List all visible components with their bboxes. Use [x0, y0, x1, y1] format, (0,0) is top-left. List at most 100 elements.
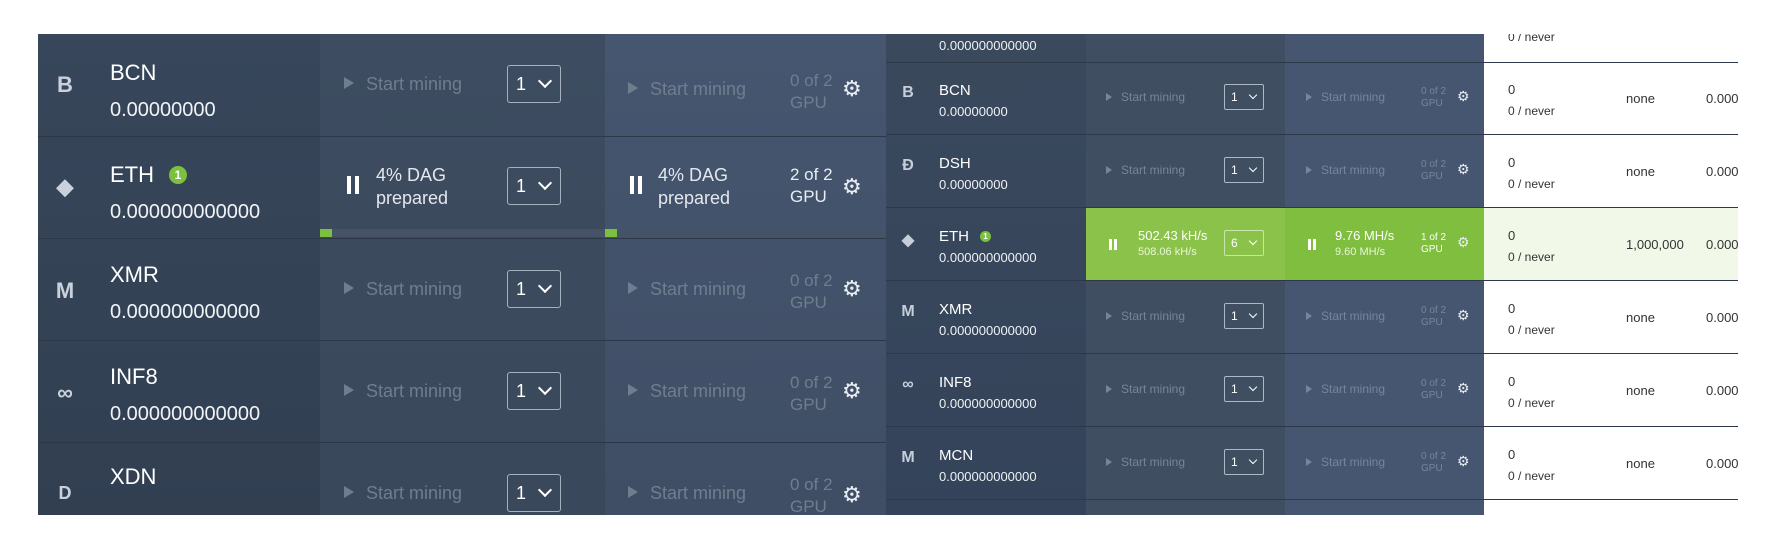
cpu-start-mining-button[interactable]: Start mining: [1106, 309, 1185, 323]
gear-icon[interactable]: ⚙: [1457, 161, 1470, 178]
gear-icon[interactable]: ⚙: [1457, 453, 1470, 470]
gear-icon[interactable]: ⚙: [842, 78, 862, 100]
gear-icon[interactable]: ⚙: [842, 278, 862, 300]
partial-row: 0.000000000000 0 / never: [886, 34, 1738, 63]
gear-icon[interactable]: ⚙: [1457, 88, 1470, 105]
gpu-count: 0 of 2 GPU: [1421, 378, 1447, 401]
cpu-start-mining-button[interactable]: Start mining: [1106, 163, 1185, 177]
cpu-start-mining-button[interactable]: Start mining: [344, 380, 462, 402]
monero-icon: M: [901, 303, 915, 320]
gpu-start-mining-button[interactable]: Start mining: [628, 278, 746, 300]
cpu-threads-select[interactable]: 1: [1224, 449, 1264, 475]
play-icon: [1106, 312, 1112, 320]
coin-balance: 0.000000000000: [110, 301, 261, 323]
cpu-threads-select[interactable]: 1: [507, 65, 561, 103]
chevron-down-icon: [1248, 236, 1258, 246]
coin-balance: 0.000000000000: [939, 323, 1037, 338]
coin-row-xdn: D XDN Start mining 1 Start mining 0 of 2…: [38, 442, 886, 515]
shares: 0: [1508, 447, 1516, 462]
cpu-threads-select[interactable]: 6: [1224, 230, 1264, 256]
last-share: 0 / never: [1508, 177, 1555, 191]
play-icon: [344, 77, 354, 89]
cpu-pause-button[interactable]: [1109, 239, 1118, 250]
cpu-start-mining-button[interactable]: Start mining: [1106, 455, 1185, 469]
last-share: 0 / never: [1508, 34, 1555, 44]
play-icon: [1306, 385, 1312, 393]
cpu-start-mining-button[interactable]: Start mining: [344, 278, 462, 300]
coin-symbol: DSH: [939, 155, 971, 172]
value: 0.000: [1706, 91, 1738, 106]
coin-symbol: INF8: [939, 374, 972, 391]
gpu-start-mining-button[interactable]: Start mining: [1306, 455, 1385, 469]
gear-icon[interactable]: ⚙: [842, 380, 862, 402]
value: 0.000: [1706, 456, 1738, 471]
play-icon: [1106, 166, 1112, 174]
value: 0.000: [1706, 310, 1738, 325]
gear-icon[interactable]: ⚙: [842, 484, 862, 506]
chevron-down-icon: [537, 175, 553, 191]
coin-symbol: ETH: [939, 228, 969, 245]
cpu-threads-select[interactable]: 1: [1224, 376, 1264, 402]
coin-row-inf8: ∞ INF8 0.000000000000 Start mining 1 Sta…: [886, 354, 1738, 427]
cpu-start-mining-button[interactable]: Start mining: [344, 482, 462, 504]
shares: 0: [1508, 82, 1516, 97]
play-icon: [344, 282, 354, 294]
gear-icon[interactable]: ⚙: [842, 176, 862, 198]
ethereum-icon: ◆: [56, 174, 74, 199]
gear-icon[interactable]: ⚙: [1457, 380, 1470, 397]
notification-badge: 1: [980, 231, 991, 242]
dash-icon: Đ: [902, 157, 914, 174]
coin-symbol: INF8: [110, 364, 158, 389]
coin-row-eth: ◆ ETH 1 0.000000000000 502.43 kH/s 508.06…: [886, 208, 1738, 281]
coin-symbol: XMR: [939, 301, 973, 318]
gear-icon[interactable]: ⚙: [1457, 307, 1470, 324]
gpu-start-mining-button[interactable]: Start mining: [1306, 382, 1385, 396]
cpu-threads-select[interactable]: 1: [1224, 84, 1264, 110]
digitalnote-icon: D: [58, 483, 72, 503]
gpu-count: 0 of 2 GPU: [1421, 305, 1447, 328]
gpu-pause-button[interactable]: [1308, 239, 1317, 250]
gpu-start-mining-button[interactable]: Start mining: [1306, 90, 1385, 104]
stats-highlight-bg: [1484, 208, 1738, 280]
play-icon: [1306, 458, 1312, 466]
coin-symbol: XMR: [110, 262, 159, 287]
cpu-threads-select[interactable]: 1: [1224, 303, 1264, 329]
gpu-start-mining-button[interactable]: Start mining: [628, 482, 746, 504]
play-icon: [1106, 93, 1112, 101]
play-icon: [628, 384, 638, 396]
gpu-start-mining-button[interactable]: Start mining: [628, 78, 746, 100]
min-payout: none: [1626, 310, 1655, 325]
cpu-threads-select[interactable]: 1: [507, 372, 561, 410]
cpu-start-mining-button[interactable]: Start mining: [344, 73, 462, 95]
cpu-start-mining-button[interactable]: Start mining: [1106, 382, 1185, 396]
chevron-down-icon: [1248, 382, 1258, 392]
coin-balance: 0.00000000: [939, 177, 1008, 192]
play-icon: [1306, 93, 1312, 101]
cpu-pause-button[interactable]: [346, 176, 360, 194]
gpu-count: 0 of 2 GPU: [790, 373, 833, 414]
cpu-start-mining-button[interactable]: Start mining: [1106, 90, 1185, 104]
chevron-down-icon: [1248, 90, 1258, 100]
gpu-count: 0 of 2 GPU: [790, 271, 833, 312]
min-payout: 1,000,000: [1626, 237, 1684, 252]
shares: 0: [1508, 155, 1516, 170]
gpu-start-mining-button[interactable]: Start mining: [628, 380, 746, 402]
chevron-down-icon: [537, 73, 553, 89]
coin-symbol: XDN: [110, 464, 157, 489]
cpu-threads-select[interactable]: 1: [507, 270, 561, 308]
play-icon: [628, 282, 638, 294]
gpu-start-mining-button[interactable]: Start mining: [1306, 309, 1385, 323]
cpu-threads-select[interactable]: 1: [507, 474, 561, 512]
gpu-hashrate: 9.76 MH/s 9.60 MH/s: [1335, 228, 1395, 258]
gear-icon[interactable]: ⚙: [1457, 234, 1470, 251]
chevron-down-icon: [537, 482, 553, 498]
min-payout: none: [1626, 91, 1655, 106]
infinity8-icon: ∞: [57, 380, 73, 405]
gpu-pause-button[interactable]: [629, 176, 643, 194]
coin-balance: 0.000000000000: [110, 201, 261, 223]
coin-balance: 0.00000000: [939, 104, 1008, 119]
gpu-start-mining-button[interactable]: Start mining: [1306, 163, 1385, 177]
cpu-dag-status: 4% DAG prepared: [376, 165, 449, 208]
cpu-threads-select[interactable]: 1: [1224, 157, 1264, 183]
cpu-threads-select[interactable]: 1: [507, 167, 561, 205]
